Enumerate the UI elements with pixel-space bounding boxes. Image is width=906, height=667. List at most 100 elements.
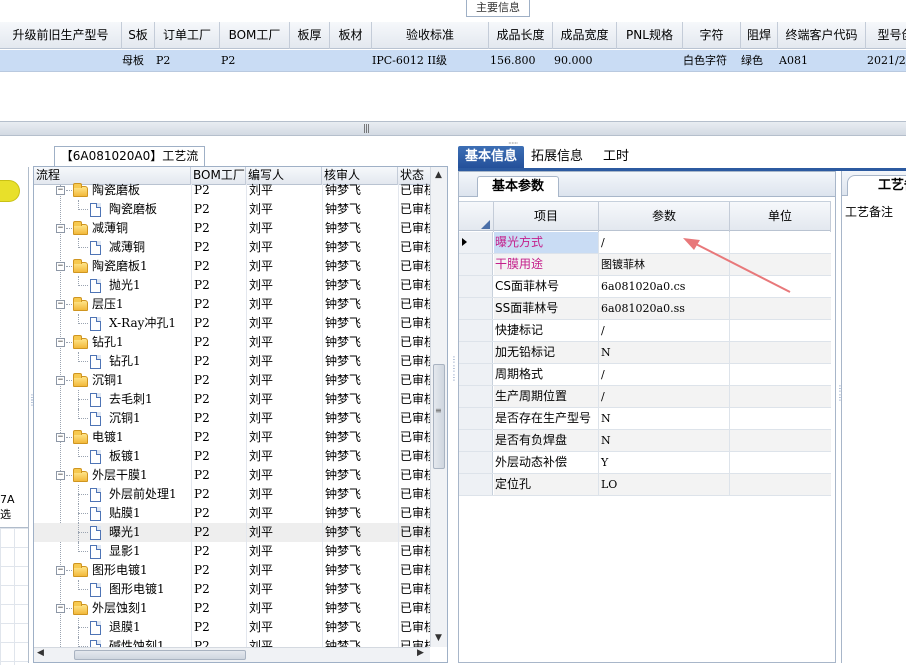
param-row[interactable]: CS面菲林号 6a081020a0.cs bbox=[459, 276, 831, 298]
top-col-header[interactable]: 订单工厂 bbox=[155, 22, 220, 49]
param-row[interactable]: 定位孔 LO bbox=[459, 474, 831, 496]
param-unit[interactable] bbox=[730, 430, 831, 451]
tree-row[interactable]: − 陶瓷磨板1 P2 刘平 钟梦飞 已审核 bbox=[34, 257, 430, 276]
param-value[interactable]: N bbox=[599, 408, 730, 429]
param-row[interactable]: 快捷标记 / bbox=[459, 320, 831, 342]
tree-row[interactable]: − 图形电镀1 P2 刘平 钟梦飞 已审核 bbox=[34, 561, 430, 580]
row-selector[interactable] bbox=[459, 386, 493, 407]
tree-row[interactable]: 板镀1 P2 刘平 钟梦飞 已审核 bbox=[34, 447, 430, 466]
param-row[interactable]: 是否有负焊盘 N bbox=[459, 430, 831, 452]
tree-row[interactable]: 退膜1 P2 刘平 钟梦飞 已审核 bbox=[34, 618, 430, 637]
tab-extended-info[interactable]: 拓展信息 bbox=[526, 146, 588, 168]
top-col-header[interactable]: PNL规格 bbox=[617, 22, 683, 49]
row-selector[interactable] bbox=[459, 342, 493, 363]
top-col-header[interactable]: 阻焊 bbox=[741, 22, 778, 49]
tree-scroll-thumb[interactable]: ≡ bbox=[433, 364, 445, 469]
top-col-header[interactable]: S板 bbox=[122, 22, 155, 49]
collapse-icon[interactable]: − bbox=[56, 433, 65, 442]
tree-row[interactable]: 曝光1 P2 刘平 钟梦飞 已审核 bbox=[34, 523, 430, 542]
collapse-icon[interactable]: − bbox=[56, 604, 65, 613]
param-unit[interactable] bbox=[730, 298, 831, 319]
tree-row[interactable]: 去毛刺1 P2 刘平 钟梦飞 已审核 bbox=[34, 390, 430, 409]
col-unit[interactable]: 单位 bbox=[730, 202, 831, 232]
param-value[interactable]: 6a081020a0.cs bbox=[599, 276, 730, 297]
collapse-icon[interactable]: − bbox=[56, 566, 65, 575]
scroll-down-icon[interactable]: ▼ bbox=[435, 633, 442, 643]
tree-row[interactable]: − 外层干膜1 P2 刘平 钟梦飞 已审核 bbox=[34, 466, 430, 485]
param-value[interactable]: / bbox=[599, 364, 730, 385]
tree-row[interactable]: − 陶瓷磨板 P2 刘平 钟梦飞 已审核 bbox=[34, 181, 430, 200]
scroll-right-icon[interactable]: ▶ bbox=[417, 648, 424, 658]
tree-row[interactable]: 抛光1 P2 刘平 钟梦飞 已审核 bbox=[34, 276, 430, 295]
param-row[interactable]: 外层动态补偿 Y bbox=[459, 452, 831, 474]
center-splitter-handle[interactable]: ⋮ ⋮ ⋮ bbox=[450, 355, 458, 415]
horizontal-splitter[interactable]: ||| bbox=[0, 121, 906, 136]
tree-row[interactable]: 贴膜1 P2 刘平 钟梦飞 已审核 bbox=[34, 504, 430, 523]
param-value[interactable]: N bbox=[599, 430, 730, 451]
row-selector[interactable] bbox=[459, 254, 493, 275]
row-selector[interactable] bbox=[459, 276, 493, 297]
top-col-header[interactable]: 终端客户代码 bbox=[778, 22, 866, 49]
process-remark-tab[interactable]: 工艺备注 bbox=[847, 175, 906, 196]
row-selector[interactable] bbox=[459, 430, 493, 451]
col-item[interactable]: 项目 bbox=[494, 202, 599, 232]
param-row[interactable]: 曝光方式 / bbox=[459, 232, 831, 254]
row-selector[interactable] bbox=[459, 408, 493, 429]
collapse-icon[interactable]: − bbox=[56, 376, 65, 385]
tree-row[interactable]: 钻孔1 P2 刘平 钟梦飞 已审核 bbox=[34, 352, 430, 371]
top-col-header[interactable]: 验收标准 bbox=[372, 22, 489, 49]
param-value[interactable]: / bbox=[599, 386, 730, 407]
tree-row[interactable]: − 钻孔1 P2 刘平 钟梦飞 已审核 bbox=[34, 333, 430, 352]
param-value[interactable]: 图镀菲林 bbox=[599, 254, 730, 275]
tree-row[interactable]: 沉铜1 P2 刘平 钟梦飞 已审核 bbox=[34, 409, 430, 428]
row-selector[interactable] bbox=[459, 474, 493, 495]
param-unit[interactable] bbox=[730, 254, 831, 275]
param-unit[interactable] bbox=[730, 408, 831, 429]
tree-row[interactable]: 显影1 P2 刘平 钟梦飞 已审核 bbox=[34, 542, 430, 561]
param-row[interactable]: 加无铅标记 N bbox=[459, 342, 831, 364]
row-selector[interactable] bbox=[459, 452, 493, 473]
collapse-icon[interactable]: − bbox=[56, 224, 65, 233]
collapse-icon[interactable]: − bbox=[56, 186, 65, 195]
tree-vertical-scrollbar[interactable]: ▲ ≡ ▼ bbox=[430, 167, 447, 647]
collapse-icon[interactable]: − bbox=[56, 262, 65, 271]
param-value[interactable]: LO bbox=[599, 474, 730, 495]
param-value[interactable]: / bbox=[599, 232, 730, 253]
param-row[interactable]: 干膜用途 图镀菲林 bbox=[459, 254, 831, 276]
tree-horizontal-scrollbar[interactable]: ◀ ▶ bbox=[34, 647, 430, 662]
tree-row[interactable]: 图形电镀1 P2 刘平 钟梦飞 已审核 bbox=[34, 580, 430, 599]
tree-row[interactable]: − 减薄铜 P2 刘平 钟梦飞 已审核 bbox=[34, 219, 430, 238]
param-row[interactable]: 周期格式 / bbox=[459, 364, 831, 386]
param-value[interactable]: 6a081020a0.ss bbox=[599, 298, 730, 319]
tab-work-hours[interactable]: 工时 bbox=[592, 146, 640, 168]
tab-basic-info[interactable]: 基本信息 bbox=[458, 146, 524, 168]
top-col-header[interactable]: 字符 bbox=[683, 22, 741, 49]
row-selector[interactable] bbox=[459, 232, 493, 253]
top-col-header[interactable]: 板厚 bbox=[290, 22, 330, 49]
collapse-icon[interactable]: − bbox=[56, 300, 65, 309]
param-unit[interactable] bbox=[730, 232, 831, 253]
collapse-icon[interactable]: − bbox=[56, 471, 65, 480]
top-col-header[interactable]: 成品宽度 bbox=[553, 22, 617, 49]
main-info-grid-row[interactable]: 母板 P2 P2 IPC-6012 II级 156.800 90.000 白色字符 绿色 A08… bbox=[0, 50, 906, 72]
scroll-left-icon[interactable]: ◀ bbox=[37, 648, 44, 658]
param-row[interactable]: 是否存在生产型号 N bbox=[459, 408, 831, 430]
row-selector[interactable] bbox=[459, 320, 493, 341]
tree-row[interactable]: X-Ray冲孔1 P2 刘平 钟梦飞 已审核 bbox=[34, 314, 430, 333]
top-col-header[interactable]: 型号创 bbox=[866, 22, 906, 49]
param-row[interactable]: SS面菲林号 6a081020a0.ss bbox=[459, 298, 831, 320]
param-unit[interactable] bbox=[730, 364, 831, 385]
tree-row[interactable]: 外层前处理1 P2 刘平 钟梦飞 已审核 bbox=[34, 485, 430, 504]
top-col-header[interactable]: BOM工厂 bbox=[220, 22, 290, 49]
tree-row[interactable]: − 沉铜1 P2 刘平 钟梦飞 已审核 bbox=[34, 371, 430, 390]
param-row[interactable]: 生产周期位置 / bbox=[459, 386, 831, 408]
top-col-header[interactable]: 升级前旧生产型号 bbox=[0, 22, 122, 49]
tree-row[interactable]: 减薄铜 P2 刘平 钟梦飞 已审核 bbox=[34, 238, 430, 257]
row-selector[interactable] bbox=[459, 364, 493, 385]
param-value[interactable]: / bbox=[599, 320, 730, 341]
params-corner-cell[interactable] bbox=[459, 202, 494, 232]
param-unit[interactable] bbox=[730, 276, 831, 297]
param-value[interactable]: N bbox=[599, 342, 730, 363]
scroll-up-icon[interactable]: ▲ bbox=[435, 170, 442, 180]
param-unit[interactable] bbox=[730, 474, 831, 495]
